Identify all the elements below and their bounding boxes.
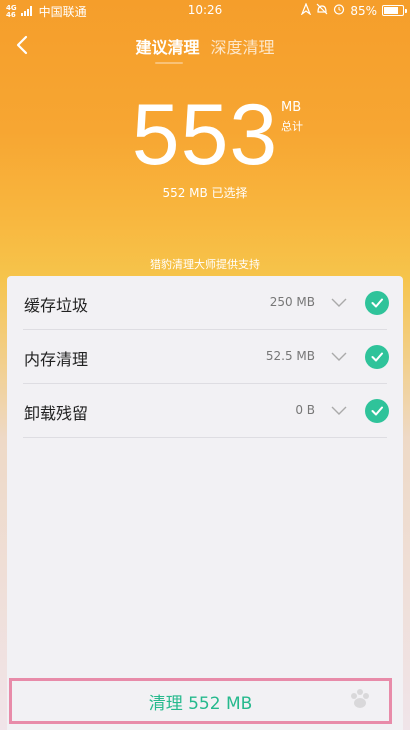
app-header: 建议清理 深度清理 <box>0 22 410 70</box>
item-size: 250 MB <box>269 295 315 309</box>
status-bar: 4G 46 中国联通 10:26 85% <box>0 0 410 22</box>
item-size: 52.5 MB <box>265 349 315 363</box>
list-item-memory-clean[interactable]: 内存清理 52.5 MB <box>7 330 403 384</box>
checked-checkbox[interactable] <box>365 291 389 315</box>
battery-icon <box>382 5 407 16</box>
clean-items-card: 缓存垃圾 250 MB 内存清理 52.5 MB 卸载残留 0 B <box>7 276 403 676</box>
list-item-cache-junk[interactable]: 缓存垃圾 250 MB <box>7 276 403 330</box>
item-name: 内存清理 <box>24 350 89 369</box>
total-unit: MB <box>281 100 302 115</box>
item-name: 卸载残留 <box>24 404 89 423</box>
checkmark-icon <box>371 298 383 308</box>
chevron-down-icon[interactable] <box>331 352 347 362</box>
total-caption: 总计 <box>281 120 303 133</box>
chevron-down-icon[interactable] <box>331 298 347 308</box>
battery-percent: 85% <box>350 3 377 18</box>
checkmark-icon <box>371 352 383 362</box>
list-item-uninstall-residue[interactable]: 卸载残留 0 B <box>7 384 403 438</box>
mute-icon <box>316 3 328 18</box>
checkmark-icon <box>371 406 383 416</box>
row-divider <box>23 437 387 438</box>
checked-checkbox[interactable] <box>365 399 389 423</box>
powered-by-text: 猎豹清理大师提供支持 <box>150 258 260 271</box>
item-name: 缓存垃圾 <box>24 296 89 315</box>
alarm-icon <box>333 3 345 18</box>
clean-button[interactable]: 清理 552 MB <box>9 678 392 724</box>
tab-indicator <box>155 62 183 64</box>
checked-checkbox[interactable] <box>365 345 389 369</box>
item-size: 0 B <box>295 403 315 417</box>
location-icon <box>300 2 312 18</box>
tab-bar: 建议清理 深度清理 <box>0 34 410 58</box>
selected-size-text: 552 MB 已选择 <box>162 186 248 200</box>
tab-deep-clean[interactable]: 深度清理 <box>211 34 275 58</box>
chevron-down-icon[interactable] <box>331 406 347 416</box>
total-junk-number: 553 <box>131 87 279 183</box>
tab-suggested-clean[interactable]: 建议清理 <box>135 34 199 58</box>
junk-summary: 553 MB 总计 552 MB 已选择 <box>0 90 410 200</box>
